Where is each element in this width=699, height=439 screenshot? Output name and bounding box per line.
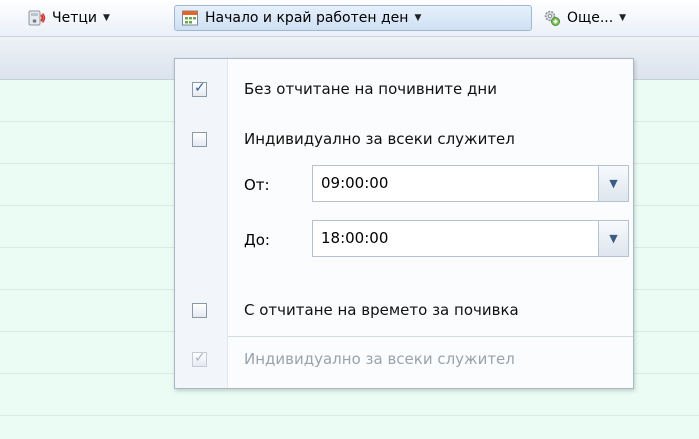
- menu-item-exclude-rest-days[interactable]: Без отчитане на почивните дни: [175, 69, 633, 109]
- menu-item-individual-employee-disabled: Индивидуално за всеки служител: [175, 339, 633, 379]
- to-label: До:: [244, 231, 270, 249]
- from-label: От:: [244, 176, 270, 194]
- to-time-combobox[interactable]: 18:00:00 ▼: [312, 220, 629, 257]
- exclude-rest-days-label: Без отчитане на почивните дни: [244, 80, 497, 98]
- workday-label: Начало и край работен ден: [205, 10, 409, 26]
- chevron-down-icon: ▼: [619, 13, 627, 23]
- menu-item-individual-employee[interactable]: Индивидуално за всеки служител: [175, 119, 633, 159]
- workday-dropdown-menu: Без отчитане на почивните дни Индивидуал…: [174, 58, 634, 389]
- menu-item-rest-time[interactable]: С отчитане на времето за почивка: [175, 290, 633, 330]
- card-reader-icon: [28, 9, 46, 27]
- to-dropdown-trigger-icon[interactable]: ▼: [598, 221, 628, 256]
- from-time-value[interactable]: 09:00:00: [321, 174, 388, 192]
- checkbox-exclude-rest-days[interactable]: [192, 80, 207, 97]
- page: Четци ▼ Начало и край работен ден ▼ Още.…: [0, 0, 699, 439]
- readers-button[interactable]: Четци ▼: [21, 5, 117, 31]
- individual-employee-disabled-label: Индивидуално за всеки служител: [244, 350, 515, 368]
- rest-time-label: С отчитане на времето за почивка: [244, 301, 519, 319]
- chevron-down-icon: ▼: [414, 13, 422, 23]
- checkbox-individual-employee[interactable]: [192, 131, 207, 147]
- grid-row: [0, 416, 699, 439]
- readers-label: Четци: [52, 10, 97, 26]
- toolbar: Четци ▼ Начало и край работен ден ▼ Още.…: [0, 0, 699, 37]
- more-button[interactable]: Още... ▼: [536, 5, 633, 31]
- individual-employee-label: Индивидуално за всеки служител: [244, 130, 515, 148]
- gear-icon: [543, 9, 561, 27]
- from-dropdown-trigger-icon[interactable]: ▼: [598, 166, 628, 201]
- chevron-down-icon: ▼: [103, 13, 110, 23]
- more-label: Още...: [567, 10, 614, 26]
- calendar-icon: [181, 9, 199, 27]
- menu-separator: [228, 336, 633, 337]
- to-time-value[interactable]: 18:00:00: [321, 229, 388, 247]
- checkbox-individual-employee-disabled: [192, 350, 207, 367]
- workday-button[interactable]: Начало и край работен ден ▼: [174, 5, 532, 31]
- from-time-combobox[interactable]: 09:00:00 ▼: [312, 165, 629, 202]
- checkbox-rest-time[interactable]: [192, 302, 207, 318]
